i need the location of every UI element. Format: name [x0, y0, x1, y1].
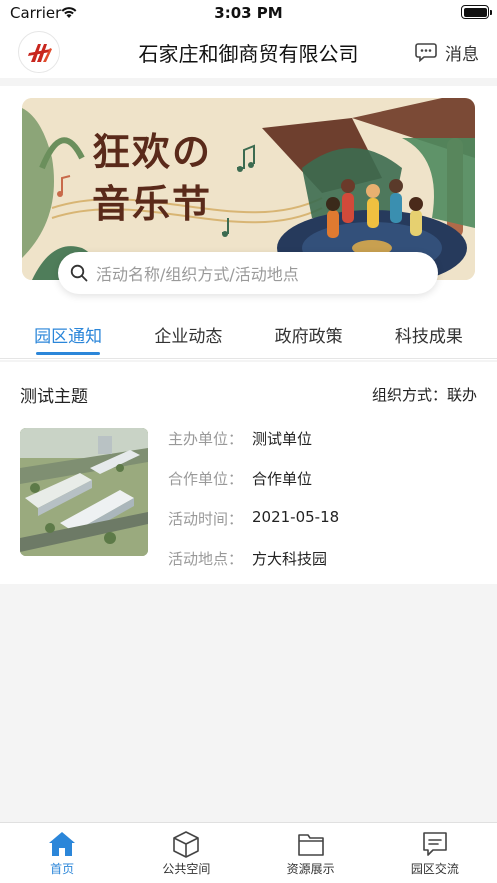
banner-headline-line1: 狂欢の [92, 129, 213, 174]
bottom-tab-label: 资源展示 [286, 862, 335, 876]
banner-headline-line2: 音乐节 [92, 181, 213, 226]
search-input[interactable]: 活动名称/组织方式/活动地点 [58, 252, 438, 294]
activity-thumbnail [20, 428, 148, 556]
activity-details: 主办单位： 测试单位 合作单位： 合作单位 活动时间： 2021-05-18 活… [168, 428, 339, 588]
bottom-tab-label: 公共空间 [162, 862, 211, 876]
tab-government-policy[interactable]: 政府政策 [259, 312, 359, 356]
bottom-tab-community[interactable]: 园区交流 [373, 823, 497, 883]
active-tab-indicator [36, 352, 101, 355]
detail-row-time: 活动时间： 2021-05-18 [168, 508, 339, 548]
bottom-tab-public-space[interactable]: 公共空间 [124, 823, 248, 883]
activity-org-mode: 组织方式：联办 [371, 386, 477, 404]
messages-button[interactable]: 消息 [415, 40, 479, 65]
tab-label: 园区通知 [34, 327, 103, 347]
tab-label: 科技成果 [394, 327, 463, 347]
tab-label: 政府政策 [274, 327, 343, 347]
search-icon [70, 264, 88, 282]
category-tabs: 园区通知 企业动态 政府政策 科技成果 [0, 312, 497, 356]
activity-subject: 测试主题 [20, 387, 88, 407]
messages-label: 消息 [445, 44, 479, 65]
detail-value: 测试单位 [252, 430, 313, 448]
detail-label: 主办单位： [168, 430, 244, 448]
detail-value: 合作单位 [252, 470, 313, 488]
activity-card[interactable]: 测试主题 组织方式：联办 主办单位： 测试单位 合作单位： 合作单位 活动时间： [0, 362, 497, 584]
bottom-tab-label: 首页 [50, 862, 75, 876]
bottom-tab-bar: 首页 公共空间 资源展示 园区交流 [0, 822, 497, 883]
message-icon [415, 43, 437, 62]
tab-tech-achievements[interactable]: 科技成果 [379, 312, 479, 356]
chat-icon [423, 832, 447, 856]
clock: 3:03 PM [214, 4, 283, 22]
cube-icon [173, 831, 200, 858]
detail-row-location: 活动地点： 方大科技园 [168, 548, 339, 588]
folder-icon [297, 834, 324, 856]
tab-company-news[interactable]: 企业动态 [138, 312, 238, 356]
detail-label: 活动时间： [168, 510, 244, 528]
detail-label: 活动地点： [168, 550, 244, 568]
detail-value: 方大科技园 [252, 550, 328, 568]
detail-label: 合作单位： [168, 470, 244, 488]
status-bar: Carrier 3:03 PM [0, 0, 497, 26]
bottom-tab-label: 园区交流 [410, 862, 459, 876]
banner-headline: 狂欢の 音乐节 [92, 126, 212, 230]
top-section: 狂欢の 音乐节 活动名称/组织方式/活动地点 园区通知 企业动态 政府政策 科技… [0, 86, 497, 360]
nav-bar: 石家庄和御商贸有限公司 消息 [0, 26, 497, 78]
battery-icon [461, 5, 492, 19]
search-placeholder: 活动名称/组织方式/活动地点 [96, 265, 299, 284]
tab-park-notice[interactable]: 园区通知 [18, 312, 118, 356]
detail-row-partner: 合作单位： 合作单位 [168, 468, 339, 508]
tab-divider [0, 358, 497, 359]
detail-value: 2021-05-18 [252, 508, 340, 526]
home-icon [49, 832, 76, 856]
tab-label: 企业动态 [154, 327, 223, 347]
detail-row-host: 主办单位： 测试单位 [168, 428, 339, 468]
bottom-tab-home[interactable]: 首页 [0, 823, 124, 883]
park-aerial-image [20, 428, 148, 556]
bottom-tab-resources[interactable]: 资源展示 [249, 823, 373, 883]
